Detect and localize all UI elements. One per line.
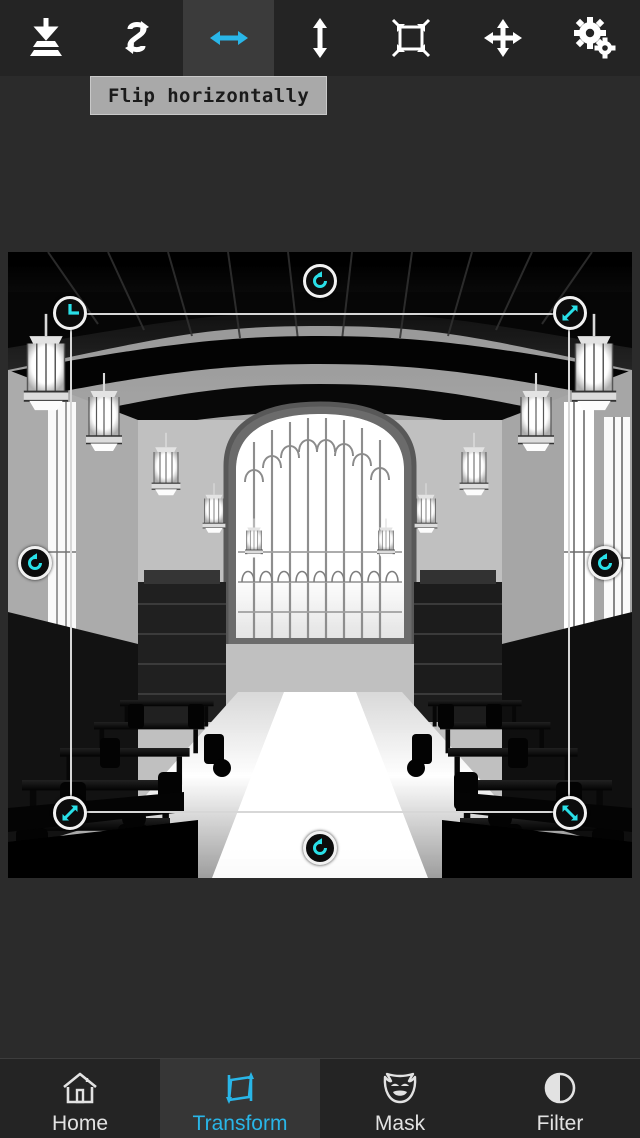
- handle-top-right[interactable]: [553, 296, 587, 330]
- resize-diagonal-handle-icon: [59, 802, 81, 824]
- flatten-layers-button[interactable]: [0, 0, 91, 76]
- nav-label-transform: Transform: [192, 1111, 288, 1135]
- nav-label-home: Home: [51, 1111, 109, 1135]
- handle-bottom-left[interactable]: [53, 796, 87, 830]
- photo-canvas[interactable]: [8, 252, 632, 878]
- photo-editor-app: Flip horizontally Home Transform Mask Fi…: [0, 0, 640, 1138]
- handle-bottom-center-rotate[interactable]: [303, 831, 337, 865]
- nav-item-filter[interactable]: Filter: [480, 1059, 640, 1138]
- handle-top-center-rotate[interactable]: [303, 264, 337, 298]
- nav-label-mask: Mask: [374, 1111, 426, 1135]
- flip-horizontal-icon: [206, 15, 252, 61]
- corner-angle-handle-icon: [59, 302, 81, 324]
- top-toolbar: [0, 0, 640, 76]
- flatten-layers-icon: [23, 15, 69, 61]
- library-photo: [8, 252, 632, 878]
- move-four-arrows-icon: [480, 15, 526, 61]
- nav-item-home[interactable]: Home: [0, 1059, 160, 1138]
- half-circle-icon: [540, 1068, 580, 1108]
- rotate-handle-icon: [309, 270, 331, 292]
- handle-middle-right-rotate[interactable]: [588, 546, 622, 580]
- tooltip: Flip horizontally: [90, 76, 328, 115]
- rotate-swap-button[interactable]: [91, 0, 182, 76]
- rotate-handle-icon: [24, 552, 46, 574]
- theater-mask-icon: [380, 1068, 420, 1108]
- house-icon: [60, 1068, 100, 1108]
- crop-frame-button[interactable]: [366, 0, 457, 76]
- handle-top-left[interactable]: [53, 296, 87, 330]
- transform-icon: [220, 1068, 260, 1108]
- settings-button[interactable]: [549, 0, 640, 76]
- flip-vertical-icon: [297, 15, 343, 61]
- nav-item-transform[interactable]: Transform: [160, 1059, 320, 1138]
- nav-label-filter: Filter: [536, 1111, 584, 1135]
- crop-frame-icon: [388, 15, 434, 61]
- resize-diagonal-handle-icon: [559, 802, 581, 824]
- handle-bottom-right[interactable]: [553, 796, 587, 830]
- canvas-workspace[interactable]: [0, 76, 640, 1058]
- rotate-handle-icon: [594, 552, 616, 574]
- flip-horizontal-button[interactable]: [182, 0, 275, 76]
- flip-vertical-button[interactable]: [274, 0, 365, 76]
- rotate-handle-icon: [309, 837, 331, 859]
- handle-middle-left-rotate[interactable]: [18, 546, 52, 580]
- gears-icon: [571, 15, 617, 61]
- resize-diagonal-handle-icon: [559, 302, 581, 324]
- nav-item-mask[interactable]: Mask: [320, 1059, 480, 1138]
- rotate-swap-icon: [114, 15, 160, 61]
- tooltip-label: Flip horizontally: [108, 84, 310, 107]
- bottom-navigation-bar: Home Transform Mask Filter: [0, 1058, 640, 1138]
- move-button[interactable]: [457, 0, 548, 76]
